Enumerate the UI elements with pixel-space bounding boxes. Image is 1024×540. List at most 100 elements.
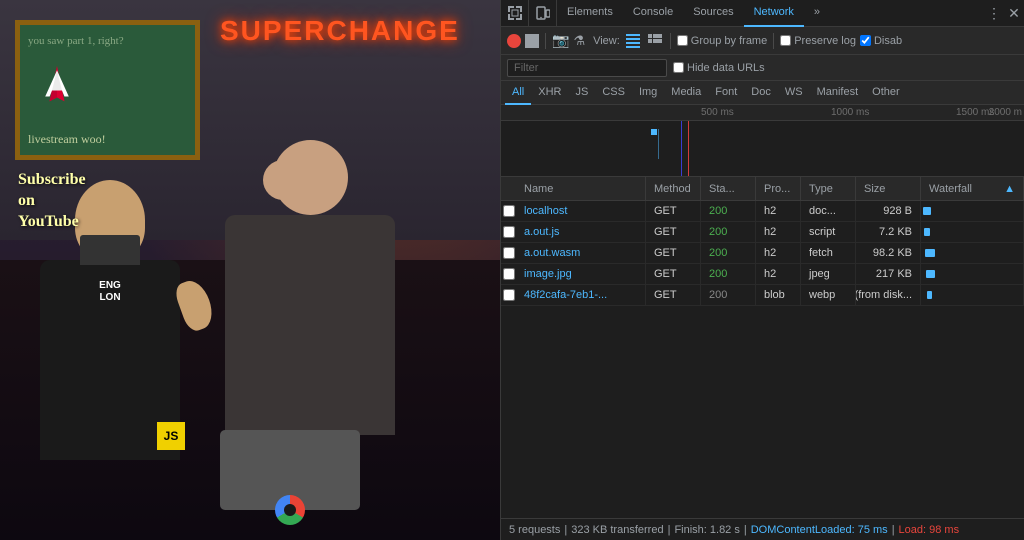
preserve-log-checkbox-label[interactable]: Preserve log bbox=[780, 35, 856, 47]
table-row[interactable]: 48f2cafa-7eb1-... GET 200 blob webp (fro… bbox=[501, 285, 1024, 306]
td-name-4: 48f2cafa-7eb1-... bbox=[516, 285, 646, 306]
js-badge: JS bbox=[157, 422, 185, 450]
th-name[interactable]: Name bbox=[516, 177, 646, 201]
tab-more[interactable]: » bbox=[804, 0, 830, 27]
td-waterfall-3 bbox=[921, 264, 1024, 285]
tab-network[interactable]: Network bbox=[744, 0, 804, 27]
hide-data-urls-checkbox[interactable] bbox=[673, 62, 684, 73]
row-checkbox-2[interactable] bbox=[503, 247, 515, 259]
td-size-2: 98.2 KB bbox=[856, 243, 921, 264]
row-checkbox-1[interactable] bbox=[503, 226, 515, 238]
chalkboard: you saw part 1, right? livestream woo! bbox=[15, 20, 200, 160]
td-method-0: GET bbox=[646, 201, 701, 222]
resource-tab-js[interactable]: JS bbox=[568, 81, 595, 105]
devtools-close-icon[interactable]: ✕ bbox=[1004, 3, 1024, 23]
td-protocol-4: blob bbox=[756, 285, 801, 306]
td-type-2: fetch bbox=[801, 243, 856, 264]
td-status-3: 200 bbox=[701, 264, 756, 285]
disable-cache-checkbox-label[interactable]: Disab bbox=[860, 35, 902, 47]
record-button[interactable] bbox=[507, 34, 521, 48]
disable-cache-checkbox[interactable] bbox=[860, 35, 871, 46]
td-protocol-0: h2 bbox=[756, 201, 801, 222]
resource-tab-manifest[interactable]: Manifest bbox=[810, 81, 866, 105]
td-size-3: 217 KB bbox=[856, 264, 921, 285]
table-row[interactable]: localhost GET 200 h2 doc... 928 B bbox=[501, 201, 1024, 222]
td-type-1: script bbox=[801, 222, 856, 243]
network-toolbar: 📷 ⚗ View: Group by frame Preserve log Di… bbox=[501, 27, 1024, 55]
td-protocol-1: h2 bbox=[756, 222, 801, 243]
filter-icon[interactable]: ⚗ bbox=[573, 33, 585, 49]
tab-elements[interactable]: Elements bbox=[557, 0, 623, 27]
resource-tab-ws[interactable]: WS bbox=[778, 81, 810, 105]
hide-data-urls-label[interactable]: Hide data URLs bbox=[673, 62, 765, 74]
th-type[interactable]: Type bbox=[801, 177, 856, 201]
row-checkbox-0[interactable] bbox=[503, 205, 515, 217]
resource-tab-doc[interactable]: Doc bbox=[744, 81, 778, 105]
video-panel: Show apps you saw part 1, right? livestr… bbox=[0, 0, 500, 540]
td-waterfall-0 bbox=[921, 201, 1024, 222]
td-method-4: GET bbox=[646, 285, 701, 306]
devtools-panel: Elements Console Sources Network » ⋮ ✕ 📷… bbox=[500, 0, 1024, 540]
timeline-mark bbox=[658, 129, 659, 159]
td-status-0: 200 bbox=[701, 201, 756, 222]
tab-sources[interactable]: Sources bbox=[683, 0, 743, 27]
th-size[interactable]: Size bbox=[856, 177, 921, 201]
neon-sign: SUPERCHANGE bbox=[220, 15, 500, 47]
td-protocol-2: h2 bbox=[756, 243, 801, 264]
td-size-1: 7.2 KB bbox=[856, 222, 921, 243]
timeline-area: 500 ms 1000 ms 1500 ms 2000 m bbox=[501, 105, 1024, 177]
timeline-ruler: 500 ms 1000 ms 1500 ms 2000 m bbox=[501, 105, 1024, 121]
angular-logo bbox=[32, 60, 82, 110]
person-right-hand-on-face bbox=[263, 160, 343, 200]
row-checkbox-4[interactable] bbox=[503, 289, 515, 301]
device-icon[interactable] bbox=[529, 0, 557, 27]
group-by-frame-checkbox[interactable] bbox=[677, 35, 688, 46]
inspect-icon[interactable] bbox=[501, 0, 529, 27]
td-protocol-3: h2 bbox=[756, 264, 801, 285]
chrome-logo bbox=[275, 495, 305, 525]
view-group-btn[interactable] bbox=[646, 32, 664, 50]
table-row[interactable]: a.out.js GET 200 h2 script 7.2 KB bbox=[501, 222, 1024, 243]
th-protocol[interactable]: Pro... bbox=[756, 177, 801, 201]
td-type-0: doc... bbox=[801, 201, 856, 222]
chalk-writing: you saw part 1, right? bbox=[20, 25, 195, 58]
resource-tab-all[interactable]: All bbox=[505, 81, 531, 105]
person-left-torso: ENGLON JS bbox=[40, 260, 180, 460]
preserve-log-checkbox[interactable] bbox=[780, 35, 791, 46]
load-line bbox=[688, 121, 689, 177]
td-name-3: image.jpg bbox=[516, 264, 646, 285]
wf-bar-4 bbox=[927, 291, 932, 299]
th-waterfall[interactable]: Waterfall ▲ bbox=[921, 177, 1024, 201]
th-method[interactable]: Method bbox=[646, 177, 701, 201]
resource-tab-css[interactable]: CSS bbox=[595, 81, 632, 105]
resource-tab-xhr[interactable]: XHR bbox=[531, 81, 568, 105]
resource-tab-media[interactable]: Media bbox=[664, 81, 708, 105]
group-by-frame-checkbox-label[interactable]: Group by frame bbox=[677, 35, 767, 47]
td-type-3: jpeg bbox=[801, 264, 856, 285]
filter-input[interactable] bbox=[507, 59, 667, 77]
devtools-options-icon[interactable]: ⋮ bbox=[984, 3, 1004, 23]
resource-tab-img[interactable]: Img bbox=[632, 81, 664, 105]
ruler-mark-1000: 1000 ms bbox=[831, 107, 869, 118]
table-row[interactable]: image.jpg GET 200 h2 jpeg 217 KB bbox=[501, 264, 1024, 285]
td-method-3: GET bbox=[646, 264, 701, 285]
resource-tab-other[interactable]: Other bbox=[865, 81, 907, 105]
resource-tab-font[interactable]: Font bbox=[708, 81, 744, 105]
td-status-4: 200 bbox=[701, 285, 756, 306]
camera-icon[interactable]: 📷 bbox=[552, 32, 569, 49]
filter-bar: Hide data URLs bbox=[501, 55, 1024, 81]
wf-bar-0 bbox=[923, 207, 931, 215]
tab-console[interactable]: Console bbox=[623, 0, 683, 27]
person-right-torso bbox=[225, 215, 395, 435]
clear-button[interactable] bbox=[525, 34, 539, 48]
row-checkbox-3[interactable] bbox=[503, 268, 515, 280]
view-list-btn[interactable] bbox=[624, 32, 642, 50]
th-status[interactable]: Sta... bbox=[701, 177, 756, 201]
td-waterfall-4 bbox=[921, 285, 1024, 306]
status-dom-content-loaded[interactable]: DOMContentLoaded: 75 ms bbox=[751, 524, 888, 536]
person-left: ENGLON JS bbox=[30, 180, 190, 540]
td-waterfall-2 bbox=[921, 243, 1024, 264]
person-right bbox=[210, 140, 410, 540]
td-status-2: 200 bbox=[701, 243, 756, 264]
table-row[interactable]: a.out.wasm GET 200 h2 fetch 98.2 KB bbox=[501, 243, 1024, 264]
